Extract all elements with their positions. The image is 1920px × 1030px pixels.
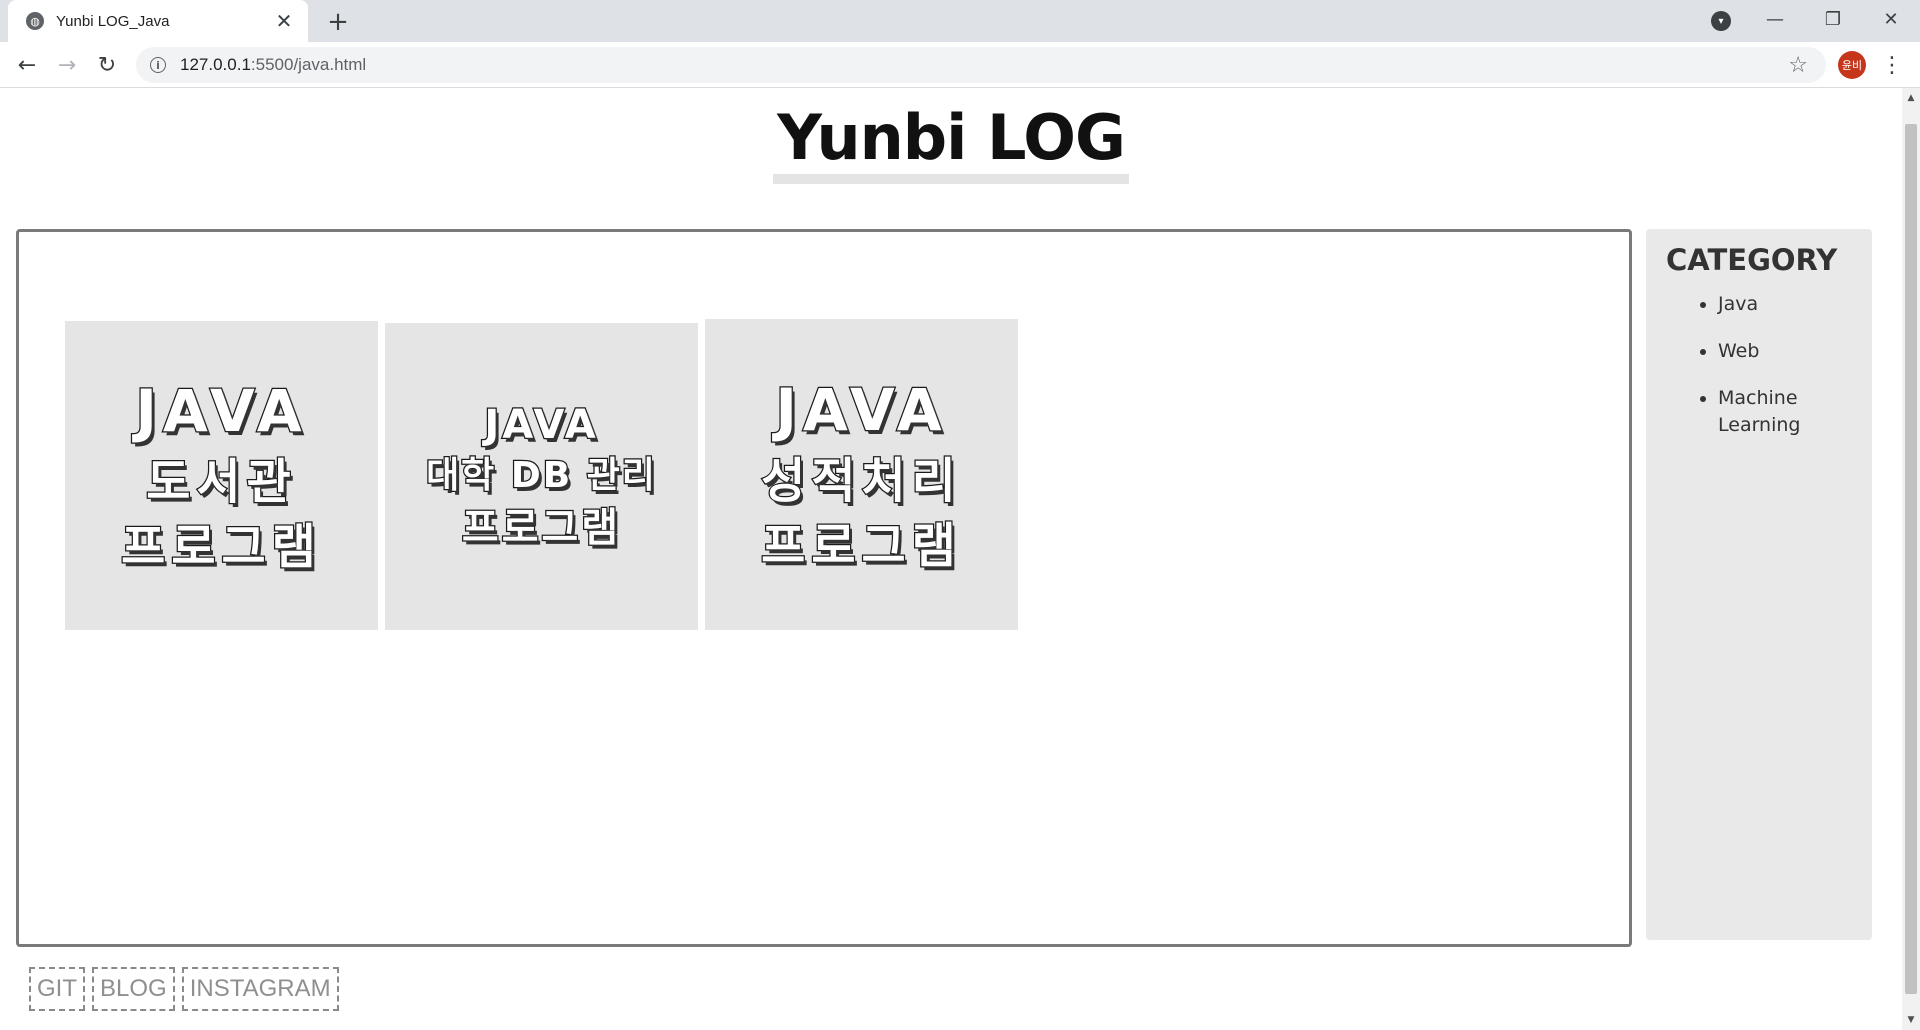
scroll-down-icon[interactable]: ▼ [1902, 1012, 1920, 1028]
post-card-library[interactable]: JAVA 도서관 프로그램 [65, 321, 378, 630]
chevron-down-icon[interactable]: ▾ [1711, 11, 1731, 31]
arrow-right-icon[interactable]: → [52, 50, 82, 80]
close-window-icon[interactable]: ✕ [1868, 4, 1914, 34]
url-path: :5500/java.html [250, 55, 367, 74]
sidebar-heading: CATEGORY [1666, 243, 1838, 277]
star-icon[interactable]: ☆ [1788, 53, 1808, 78]
post-card-line: 도서관 [145, 453, 297, 511]
category-list: Java Web Machine Learning [1666, 291, 1852, 439]
post-card-university-db[interactable]: JAVA 대학 DB 관리 프로그램 [385, 323, 698, 630]
instagram-link[interactable]: INSTAGRAM [181, 967, 339, 1011]
sidebar-item-machine-learning[interactable]: Machine Learning [1718, 385, 1852, 439]
scrollbar-thumb[interactable] [1905, 124, 1917, 994]
post-card-line: 대학 DB 관리 [425, 454, 657, 497]
plus-icon[interactable]: + [322, 6, 354, 38]
address-bar[interactable]: i 127.0.0.1:5500/java.html ☆ [136, 47, 1826, 83]
tab-title: Yunbi LOG_Java [56, 12, 170, 30]
scroll-up-icon[interactable]: ▲ [1902, 90, 1920, 106]
browser-toolbar: ← → ↻ i 127.0.0.1:5500/java.html ☆ 윤비 ⋮ [0, 42, 1920, 88]
vertical-scrollbar[interactable]: ▲ ▼ [1902, 88, 1920, 1030]
info-icon[interactable]: i [150, 57, 166, 73]
main-content: JAVA 도서관 프로그램 JAVA 대학 DB 관리 프로그램 JAVA 성적… [16, 229, 1632, 947]
post-card-grade-processing[interactable]: JAVA 성적처리 프로그램 [705, 319, 1018, 630]
post-card-line: 프로그램 [760, 516, 962, 574]
sidebar-item-web[interactable]: Web [1718, 338, 1852, 365]
arrow-left-icon[interactable]: ← [12, 50, 42, 80]
footer-links: GIT BLOG INSTAGRAM [29, 967, 339, 1011]
git-link[interactable]: GIT [29, 967, 85, 1011]
url-text[interactable]: 127.0.0.1:5500/java.html [180, 55, 366, 75]
tab-strip: ◍ Yunbi LOG_Java ✕ + ▾ — ❐ ✕ [0, 0, 1920, 42]
post-card-line: 프로그램 [461, 504, 622, 553]
site-header: Yunbi LOG [0, 102, 1902, 184]
post-list: JAVA 도서관 프로그램 JAVA 대학 DB 관리 프로그램 JAVA 성적… [65, 319, 1018, 630]
kebab-menu-icon[interactable]: ⋮ [1880, 50, 1904, 80]
browser-tab[interactable]: ◍ Yunbi LOG_Java ✕ [8, 0, 308, 42]
close-icon[interactable]: ✕ [272, 9, 296, 33]
url-host: 127.0.0.1 [180, 55, 251, 74]
restore-icon[interactable]: ❐ [1810, 4, 1856, 34]
avatar[interactable]: 윤비 [1838, 51, 1866, 79]
post-card-line: 프로그램 [120, 517, 322, 575]
page-title[interactable]: Yunbi LOG [773, 102, 1129, 184]
post-card-line: JAVA [134, 375, 308, 446]
globe-icon: ◍ [26, 12, 44, 30]
reload-icon[interactable]: ↻ [92, 50, 122, 80]
category-sidebar: CATEGORY Java Web Machine Learning [1646, 229, 1872, 940]
minimize-icon[interactable]: — [1752, 4, 1798, 34]
sidebar-item-java[interactable]: Java [1718, 291, 1852, 318]
post-card-line: JAVA [774, 374, 948, 445]
page-viewport: Yunbi LOG JAVA 도서관 프로그램 JAVA 대학 DB 관리 프로… [0, 88, 1902, 1030]
blog-link[interactable]: BLOG [92, 967, 175, 1011]
post-card-line: 성적처리 [760, 452, 962, 510]
post-card-line: JAVA [483, 401, 599, 450]
